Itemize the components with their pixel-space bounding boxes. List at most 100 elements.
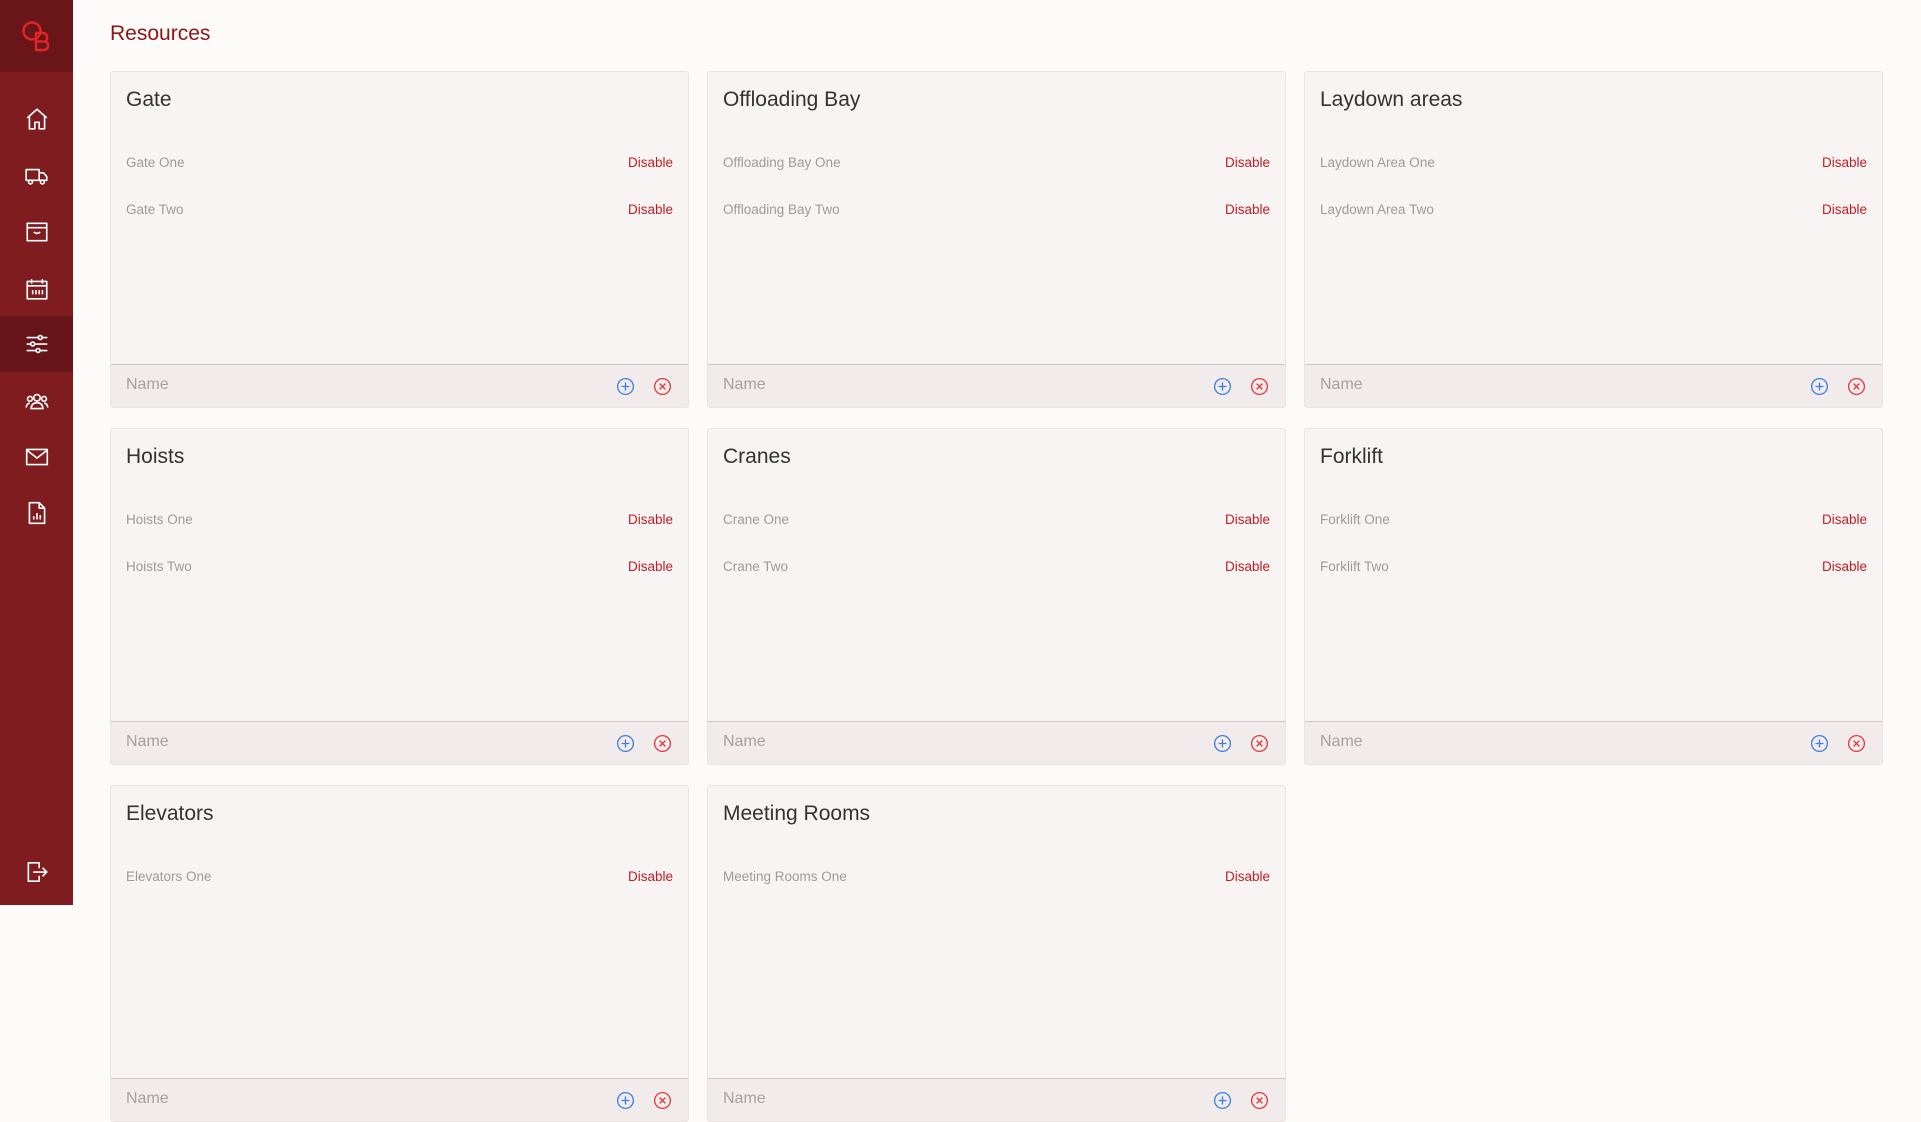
disable-button[interactable]: Disable <box>628 869 673 884</box>
resource-item: Gate Two Disable <box>126 199 673 219</box>
resource-card-gate: GateGate OneDisableGate TwoDisable <box>110 71 689 408</box>
card-footer <box>1305 721 1882 764</box>
add-resource-button[interactable] <box>615 376 635 396</box>
sidebar-item-home[interactable] <box>0 91 73 147</box>
resource-card-hoists: HoistsHoists OneDisableHoists TwoDisable <box>110 428 689 765</box>
resource-item-name: Gate Two <box>126 202 184 217</box>
resource-item: Elevators One Disable <box>126 866 673 886</box>
card-footer <box>111 364 688 407</box>
sidebar-item-inventory[interactable] <box>0 204 73 260</box>
page-title: Resources <box>110 22 210 46</box>
resource-card-cranes: Cranes Crane One Disable Crane Two Disable <box>707 428 1286 765</box>
sidebar-item-users[interactable] <box>0 373 73 429</box>
plus-circle-icon <box>1213 734 1232 753</box>
card-footer <box>1305 364 1882 407</box>
disable-button[interactable]: Disable <box>1225 155 1270 170</box>
disable-button[interactable]: Disable <box>628 559 673 574</box>
name-input[interactable] <box>126 730 566 754</box>
resource-item: Forklift One Disable <box>1320 509 1867 529</box>
truck-icon <box>24 163 50 189</box>
sidebar-item-reports[interactable] <box>0 485 73 541</box>
resource-item-name: Crane One <box>723 512 789 527</box>
card-title: Forklift <box>1320 445 1383 469</box>
card-title: Laydown areas <box>1320 88 1462 112</box>
close-circle-icon <box>653 734 672 753</box>
resource-card-meeting-rooms: Meeting RoomsMeeting Rooms OneDisable <box>707 785 1286 1122</box>
resource-item-name: Laydown Area One <box>1320 155 1435 170</box>
disable-button[interactable]: Disable <box>1822 202 1867 217</box>
disable-button[interactable]: Disable <box>1822 512 1867 527</box>
disable-button[interactable]: Disable <box>628 202 673 217</box>
add-resource-button[interactable] <box>1212 733 1232 753</box>
add-resource-button[interactable] <box>615 1090 635 1110</box>
disable-button[interactable]: Disable <box>628 155 673 170</box>
name-input[interactable] <box>723 730 1163 754</box>
qb-logo-icon <box>17 16 57 56</box>
card-footer <box>708 721 1285 764</box>
disable-button[interactable]: Disable <box>1822 155 1867 170</box>
plus-circle-icon <box>1213 1091 1232 1110</box>
resource-card-forklift: Forklift Forklift One Disable Forklift Two D… <box>1304 428 1883 765</box>
resource-card-elevators: Elevators Elevators One Disable <box>110 785 689 1122</box>
close-circle-icon <box>1250 1091 1269 1110</box>
name-input[interactable] <box>126 373 566 397</box>
plus-circle-icon <box>1810 734 1829 753</box>
disable-button[interactable]: Disable <box>628 512 673 527</box>
card-title: Meeting Rooms <box>723 802 870 826</box>
resource-item: Offloading Bay TwoDisable <box>723 199 1270 219</box>
add-resource-button[interactable] <box>615 733 635 753</box>
close-circle-icon <box>653 1091 672 1110</box>
name-input[interactable] <box>1320 730 1760 754</box>
name-input[interactable] <box>1320 373 1760 397</box>
disable-button[interactable]: Disable <box>1225 202 1270 217</box>
card-title: Offloading Bay <box>723 88 860 112</box>
main-content: Resources GateGate OneDisableGate TwoDis… <box>110 0 1921 905</box>
disable-button[interactable]: Disable <box>1225 559 1270 574</box>
report-icon <box>24 500 50 526</box>
resource-item-name: Elevators One <box>126 869 212 884</box>
disable-button[interactable]: Disable <box>1822 559 1867 574</box>
resource-item-name: Offloading Bay One <box>723 155 841 170</box>
close-circle-icon <box>1847 377 1866 396</box>
resource-item-name: Crane Two <box>723 559 788 574</box>
resource-item-name: Forklift One <box>1320 512 1390 527</box>
clear-input-button[interactable] <box>652 733 672 753</box>
name-input[interactable] <box>126 1087 566 1111</box>
resource-item-name: Laydown Area Two <box>1320 202 1434 217</box>
sliders-icon <box>24 331 50 357</box>
clear-input-button[interactable] <box>1249 1090 1269 1110</box>
sidebar-item-messages[interactable] <box>0 429 73 485</box>
resource-item-name: Forklift Two <box>1320 559 1389 574</box>
resource-item: Crane One Disable <box>723 509 1270 529</box>
card-title: Cranes <box>723 445 791 469</box>
plus-circle-icon <box>616 1091 635 1110</box>
plus-circle-icon <box>1810 377 1829 396</box>
logout-button[interactable] <box>0 844 73 900</box>
name-input[interactable] <box>723 1087 1163 1111</box>
disable-button[interactable]: Disable <box>1225 869 1270 884</box>
add-resource-button[interactable] <box>1212 1090 1232 1110</box>
card-title: Elevators <box>126 802 214 826</box>
clear-input-button[interactable] <box>652 1090 672 1110</box>
add-resource-button[interactable] <box>1809 733 1829 753</box>
sidebar-item-calendar[interactable] <box>0 261 73 317</box>
clear-input-button[interactable] <box>1846 376 1866 396</box>
clear-input-button[interactable] <box>652 376 672 396</box>
disable-button[interactable]: Disable <box>1225 512 1270 527</box>
sidebar-item-resources[interactable] <box>0 316 73 372</box>
sidebar-item-deliveries[interactable] <box>0 148 73 204</box>
add-resource-button[interactable] <box>1212 376 1232 396</box>
clear-input-button[interactable] <box>1846 733 1866 753</box>
calendar-icon <box>24 276 50 302</box>
clear-input-button[interactable] <box>1249 733 1269 753</box>
archive-box-icon <box>24 219 50 245</box>
home-icon <box>24 106 50 132</box>
add-resource-button[interactable] <box>1809 376 1829 396</box>
plus-circle-icon <box>616 377 635 396</box>
card-footer <box>111 721 688 764</box>
app-logo[interactable] <box>0 0 73 72</box>
clear-input-button[interactable] <box>1249 376 1269 396</box>
name-input[interactable] <box>723 373 1163 397</box>
resource-card-offloading-bay: Offloading BayOffloading Bay OneDisableO… <box>707 71 1286 408</box>
close-circle-icon <box>1250 734 1269 753</box>
